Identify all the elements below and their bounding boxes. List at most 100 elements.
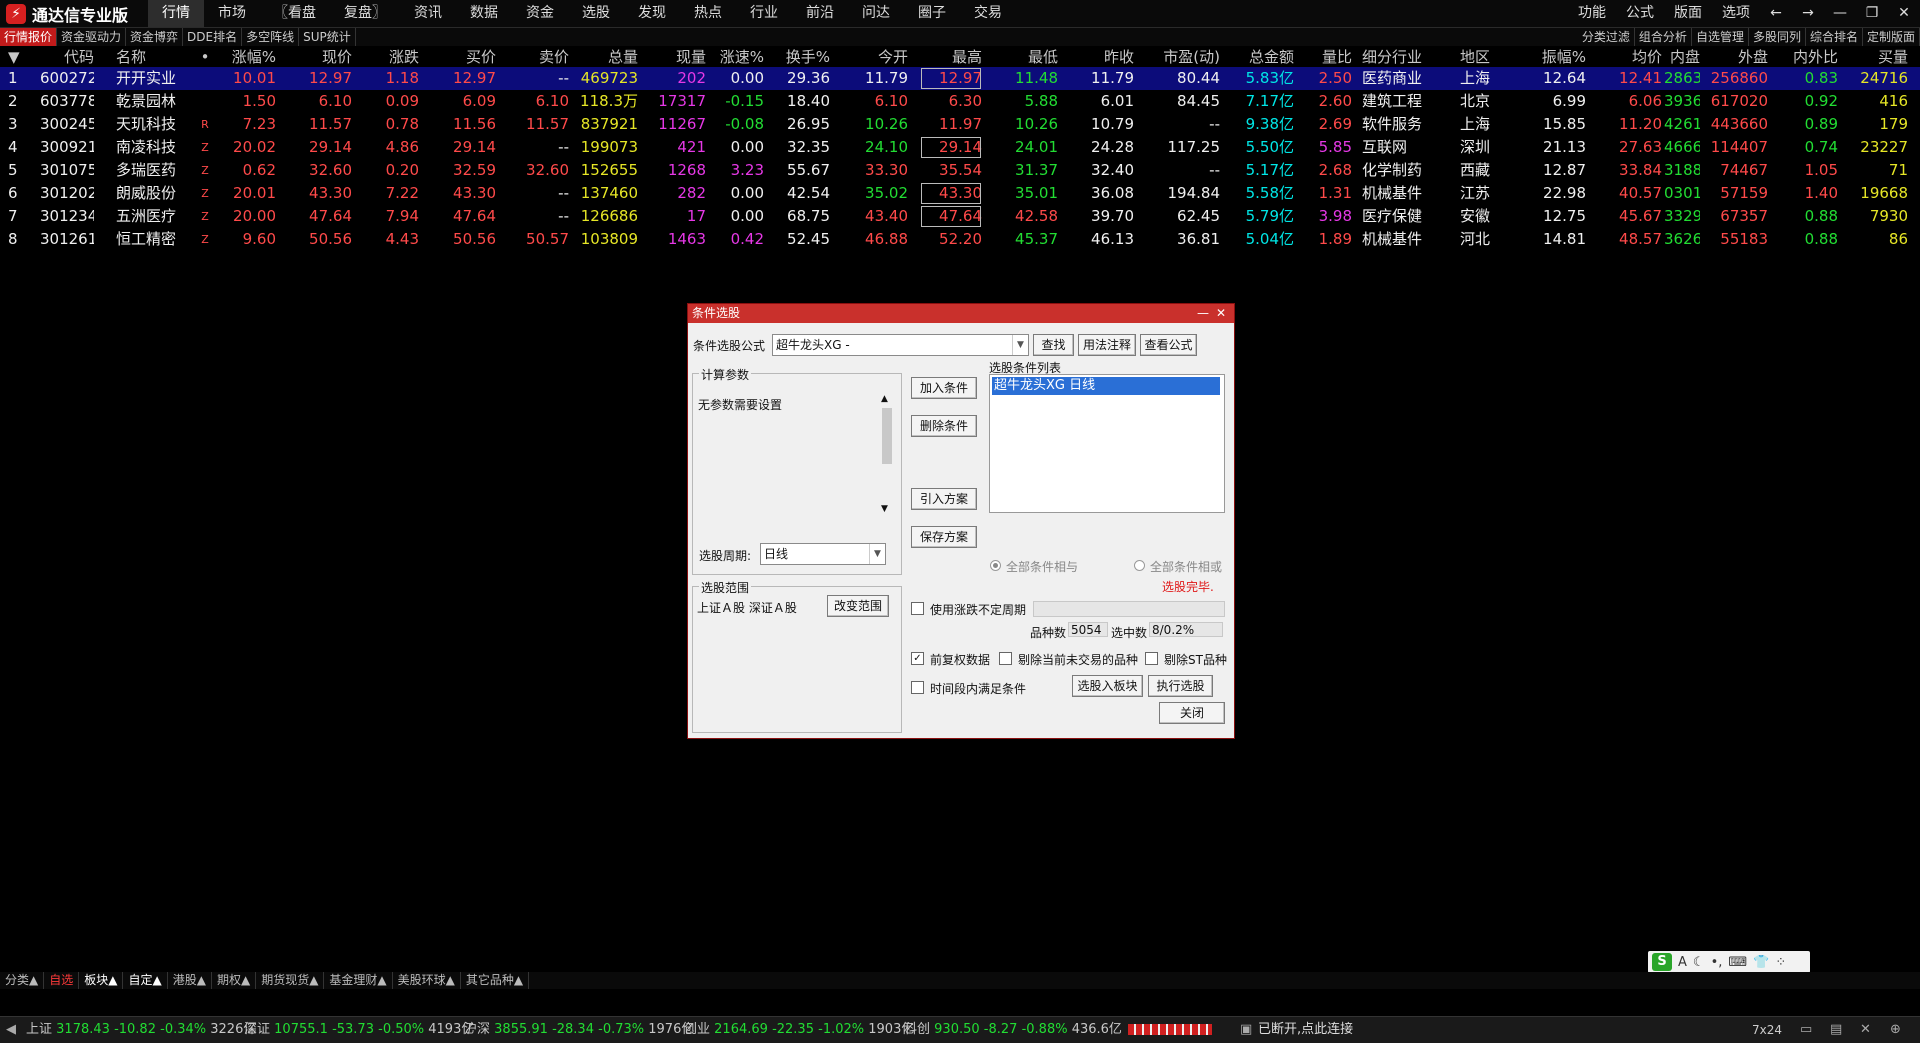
period-checkbox[interactable] xyxy=(911,602,924,615)
scroll-thumb[interactable] xyxy=(882,408,892,464)
input-method-toolbar[interactable]: S A ☾ •, ⌨ 👕 ⁘ xyxy=(1648,951,1810,973)
back-arrow-icon[interactable]: ← xyxy=(1760,0,1792,27)
header-flag[interactable]: • xyxy=(195,47,215,67)
condition-list[interactable]: 超牛龙头XG 日线 xyxy=(989,374,1225,513)
header-inner-vol[interactable]: 内盘 xyxy=(1664,47,1700,67)
bottom-tab-6[interactable]: 期货现货▲ xyxy=(256,972,325,989)
table-row[interactable]: 4 300921 南凌科技 Z 20.02 29.14 4.86 29.14 -- 199073 4… xyxy=(0,136,1920,159)
mute-icon[interactable]: ✕ xyxy=(1860,1017,1871,1043)
bottom-tab-9[interactable]: 其它品种▲ xyxy=(461,972,530,989)
header-amplitude-pct[interactable]: 振幅% xyxy=(1524,47,1586,67)
subtab-left-2[interactable]: 资金博弈 xyxy=(126,28,184,46)
header-inout-ratio[interactable]: 内外比 xyxy=(1770,47,1838,67)
find-button[interactable]: 查找 xyxy=(1033,334,1074,356)
subtab-right-2[interactable]: 自选管理 xyxy=(1692,28,1749,46)
news-clock[interactable]: 7x24 xyxy=(1752,1017,1782,1043)
add-condition-button[interactable]: 加入条件 xyxy=(911,377,977,399)
menu-item-7[interactable]: 选股 xyxy=(568,0,624,27)
dialog-titlebar[interactable]: 条件选股 — ✕ xyxy=(688,304,1234,323)
bottom-tab-7[interactable]: 基金理财▲ xyxy=(324,972,393,989)
close-icon[interactable]: ✕ xyxy=(1212,304,1230,323)
table-row[interactable]: 5 301075 多瑞医药 Z 0.62 32.60 0.20 32.59 32.60 15265… xyxy=(0,159,1920,182)
subtab-left-1[interactable]: 资金驱动力 xyxy=(57,28,127,46)
header-high[interactable]: 最高 xyxy=(920,47,982,67)
bottom-tab-2[interactable]: 板块▲ xyxy=(79,972,124,989)
header-ask[interactable]: 卖价 xyxy=(505,47,569,67)
subtab-right-0[interactable]: 分类过滤 xyxy=(1578,28,1635,46)
chevron-down-icon[interactable]: ▼ xyxy=(869,544,885,564)
menu-item-4[interactable]: 资讯 xyxy=(400,0,456,27)
header-open[interactable]: 今开 xyxy=(838,47,908,67)
menu-item-13[interactable]: 圈子 xyxy=(904,0,960,27)
header-change-pct[interactable]: 涨幅% xyxy=(224,47,276,67)
table-row[interactable]: 6 301202 朗威股份 Z 20.01 43.30 7.22 43.30 -- 137460 2… xyxy=(0,182,1920,205)
punctuation-icon[interactable]: •, xyxy=(1711,955,1723,970)
bottom-tab-1[interactable]: 自选 xyxy=(44,972,80,989)
bottom-tab-4[interactable]: 港股▲ xyxy=(168,972,212,989)
add-to-block-button[interactable]: 选股入板块 xyxy=(1072,675,1143,697)
menu-item-14[interactable]: 交易 xyxy=(960,0,1016,27)
sogou-icon[interactable]: S xyxy=(1652,953,1672,971)
usage-notes-button[interactable]: 用法注释 xyxy=(1078,334,1136,356)
header-bid[interactable]: 买价 xyxy=(426,47,496,67)
scroll-down-icon[interactable]: ▼ xyxy=(881,504,888,514)
table-row[interactable]: 8 301261 恒工精密 Z 9.60 50.56 4.43 50.56 50.57 10380… xyxy=(0,228,1920,251)
right-menu-item-2[interactable]: 版面 xyxy=(1664,0,1712,27)
header-low[interactable]: 最低 xyxy=(986,47,1058,67)
menu-item-5[interactable]: 数据 xyxy=(456,0,512,27)
bottom-tab-8[interactable]: 美股环球▲ xyxy=(393,972,461,989)
change-range-button[interactable]: 改变范围 xyxy=(827,595,889,617)
exclude-notrade-checkbox[interactable] xyxy=(999,652,1012,665)
right-menu-item-3[interactable]: 选项 xyxy=(1712,0,1760,27)
subtab-left-0[interactable]: 行情报价 xyxy=(0,28,58,46)
close-dialog-button[interactable]: 关闭 xyxy=(1159,702,1225,724)
close-icon[interactable]: ✕ xyxy=(1888,0,1920,27)
header-region[interactable]: 地区 xyxy=(1460,47,1500,67)
delete-condition-button[interactable]: 删除条件 xyxy=(911,415,977,437)
header-volume[interactable]: 总量 xyxy=(574,47,638,67)
right-menu-item-0[interactable]: 功能 xyxy=(1568,0,1616,27)
subtab-right-5[interactable]: 定制版面 xyxy=(1863,28,1920,46)
chat-icon[interactable]: ▤ xyxy=(1830,1017,1842,1043)
index-cy[interactable]: 创业 2164.69 -22.35 -1.02% 1903亿 xyxy=(684,1017,914,1043)
view-formula-button[interactable]: 查看公式 xyxy=(1140,334,1197,356)
minimize-icon[interactable]: — xyxy=(1824,0,1856,27)
subtab-right-4[interactable]: 综合排名 xyxy=(1806,28,1863,46)
restore-icon[interactable]: ❐ xyxy=(1856,0,1888,27)
index-kc[interactable]: 科创 930.50 -8.27 -0.88% 436.6亿 xyxy=(904,1017,1122,1043)
header-last-volume[interactable]: 现量 xyxy=(644,47,706,67)
menu-item-2[interactable]: 〖看盘 xyxy=(260,0,330,27)
table-row[interactable]: 3 300245 天玑科技 R 7.23 11.57 0.78 11.56 11.57 83792… xyxy=(0,113,1920,136)
all-and-radio[interactable] xyxy=(990,560,1001,571)
skin-icon[interactable]: 👕 xyxy=(1753,955,1769,970)
menu-item-6[interactable]: 资金 xyxy=(512,0,568,27)
execute-pick-button[interactable]: 执行选股 xyxy=(1148,675,1213,697)
index-sh[interactable]: 上证 3178.43 -10.82 -0.34% 3226亿 xyxy=(26,1017,256,1043)
header-prev-close[interactable]: 昨收 xyxy=(1064,47,1134,67)
sort-chevron-icon[interactable]: ▼ xyxy=(8,47,32,67)
subtab-right-3[interactable]: 多股同列 xyxy=(1749,28,1806,46)
bottom-tab-0[interactable]: 分类▲ xyxy=(0,972,45,989)
time-range-checkbox[interactable] xyxy=(911,681,924,694)
subtab-left-3[interactable]: DDE排名 xyxy=(183,28,243,46)
minimize-icon[interactable]: — xyxy=(1194,304,1212,323)
params-scrollbar[interactable]: ▲ ▼ xyxy=(881,394,893,514)
header-pe-dynamic[interactable]: 市盈(动) xyxy=(1140,47,1220,67)
menu-item-1[interactable]: 市场 xyxy=(204,0,260,27)
menu-item-12[interactable]: 问达 xyxy=(848,0,904,27)
index-sz[interactable]: 深证 10755.1 -53.73 -0.50% 4193亿 xyxy=(244,1017,474,1043)
subtab-right-1[interactable]: 组合分析 xyxy=(1635,28,1692,46)
forward-restore-checkbox[interactable]: ✓ xyxy=(911,652,924,665)
grid-menu-icon[interactable]: ⁘ xyxy=(1775,955,1786,970)
index-hs[interactable]: 沪深 3855.91 -28.34 -0.73% 1976亿 xyxy=(464,1017,694,1043)
header-amount[interactable]: 总金额 xyxy=(1226,47,1294,67)
menu-item-10[interactable]: 行业 xyxy=(736,0,792,27)
header-bid-volume[interactable]: 买量 xyxy=(1842,47,1908,67)
header-turnover-pct[interactable]: 换手% xyxy=(770,47,830,67)
save-plan-button[interactable]: 保存方案 xyxy=(911,526,977,548)
all-or-radio[interactable] xyxy=(1134,560,1145,571)
header-name[interactable]: 名称 xyxy=(116,47,188,67)
header-speed-pct[interactable]: 涨速% xyxy=(710,47,764,67)
index-switch-icon[interactable]: ◀ xyxy=(6,1017,16,1043)
header-volume-ratio[interactable]: 量比 xyxy=(1298,47,1352,67)
